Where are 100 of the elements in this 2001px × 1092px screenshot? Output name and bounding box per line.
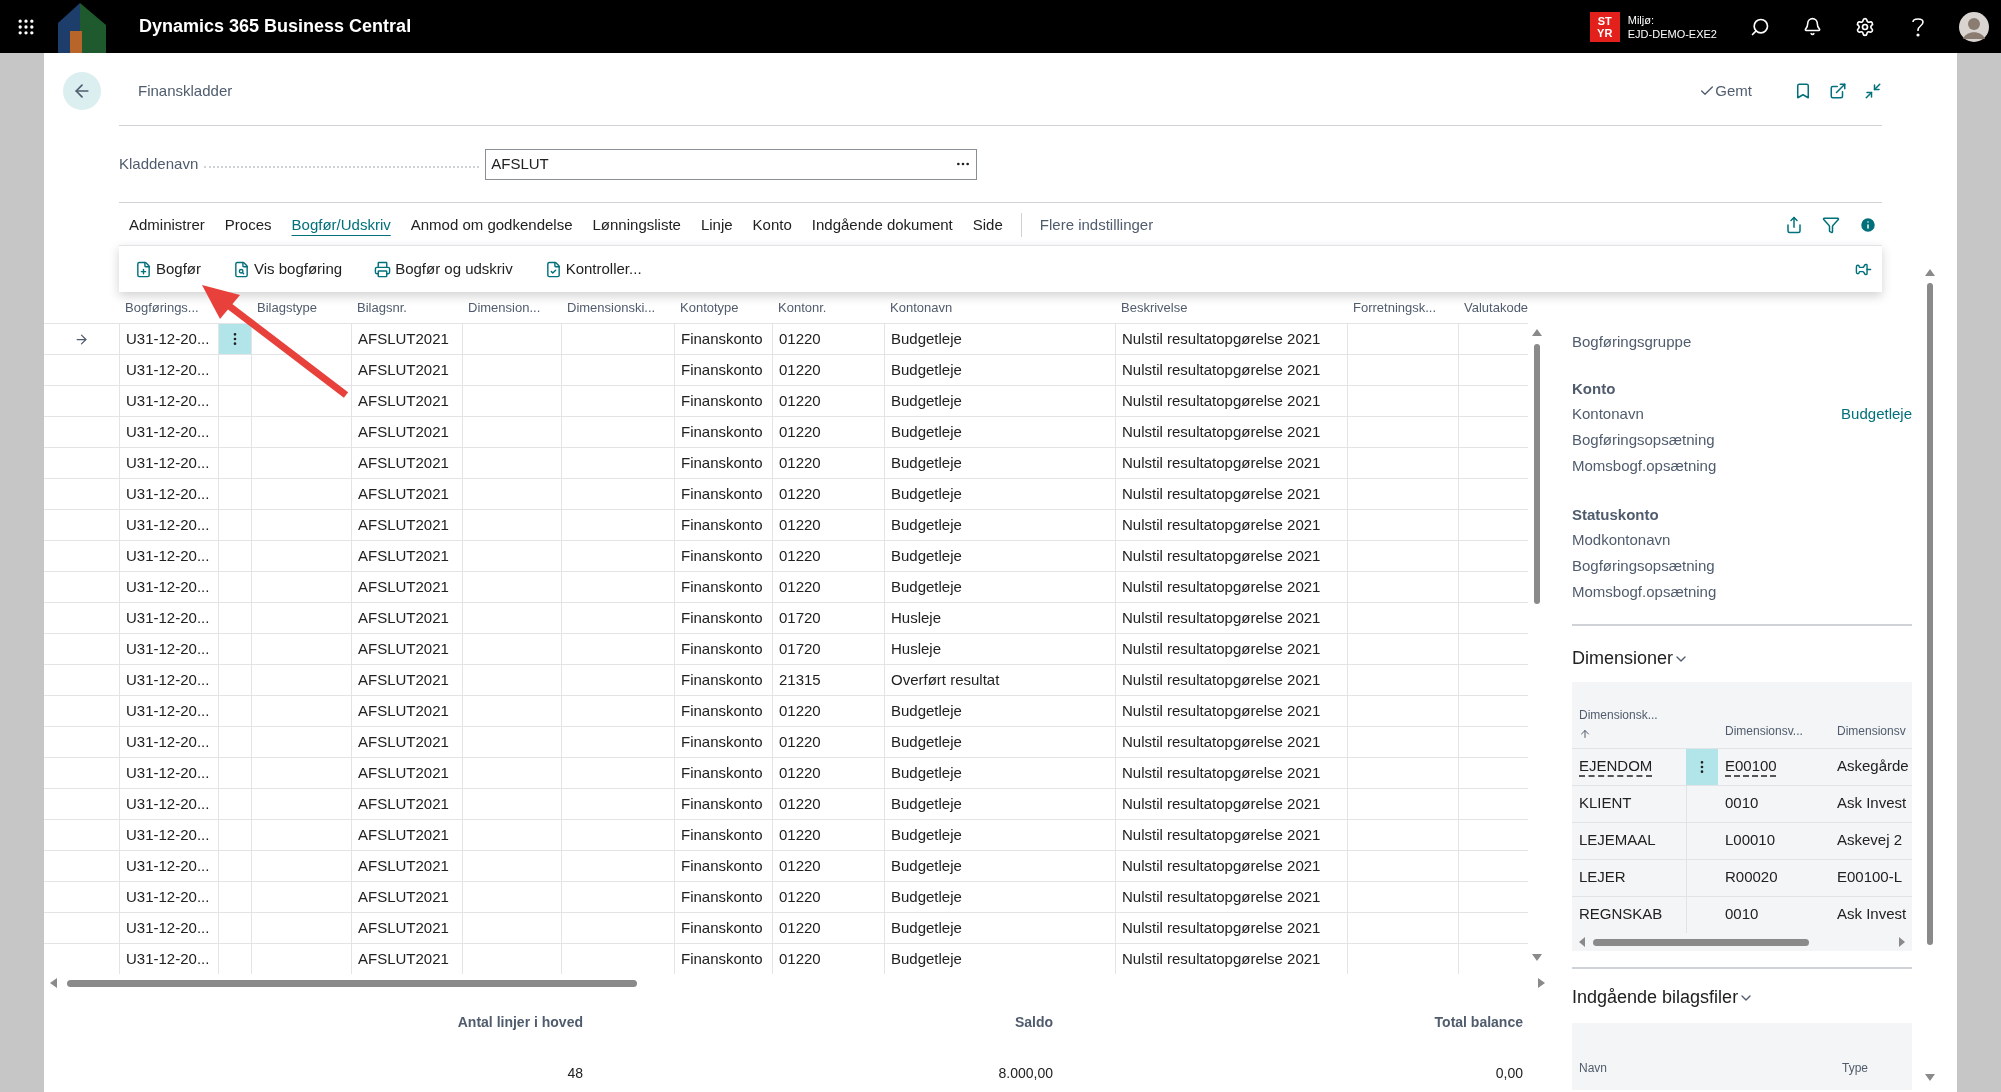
table-cell: Finanskonto (674, 850, 772, 881)
action-tab[interactable]: Proces (214, 211, 282, 239)
table-cell: 01220 (772, 943, 884, 974)
table-cell: 01720 (772, 602, 884, 633)
notification-bell-icon[interactable] (1803, 17, 1822, 36)
table-cell (218, 509, 251, 540)
vertical-scrollbar[interactable] (1924, 269, 1936, 1081)
table-cell: U31-12-20... (119, 664, 218, 695)
column-header[interactable]: Navn (1579, 1058, 1607, 1077)
table-cell (218, 447, 251, 478)
action-button[interactable]: Vis bogføring (227, 253, 349, 285)
column-header[interactable]: Kontonavn (890, 298, 953, 318)
table-cell: U31-12-20... (119, 354, 218, 385)
action-tab[interactable]: Linje (690, 211, 743, 239)
table-cell: AFSLUT2021 (351, 943, 462, 974)
table-cell: Nulstil resultatopgørelse 2021 (1115, 943, 1347, 974)
field-value-link[interactable]: Budgetleje (1841, 403, 1912, 426)
table-cell-text: LEJER (1578, 867, 1627, 888)
table-cell: Budgetleje (884, 943, 1115, 974)
field-label: Bogføringsgruppe (1572, 332, 1693, 352)
horizontal-scrollbar[interactable] (50, 976, 1545, 990)
table-cell: Finanskonto (674, 540, 772, 571)
column-header[interactable]: Dimension... (468, 298, 541, 318)
action-tab[interactable]: Administrer (119, 211, 215, 239)
more-options-button[interactable]: Flere indstillinger (1029, 211, 1164, 239)
table-cell: AFSLUT2021 (351, 540, 462, 571)
column-header[interactable]: Forretningsk... (1353, 298, 1437, 318)
action-tab[interactable]: Side (962, 211, 1013, 239)
table-cell (218, 695, 251, 726)
action-tab[interactable]: Bogfør/Udskriv (281, 211, 401, 239)
table-cell: Finanskonto (674, 323, 772, 354)
open-new-window-icon[interactable] (1829, 82, 1847, 100)
table-cell-text: R00020 (1724, 867, 1779, 888)
column-header[interactable]: Dimensionsv (1830, 721, 1912, 740)
column-header[interactable]: Bilagsnr. (357, 298, 407, 318)
table-cell (1458, 943, 1528, 974)
filter-icon[interactable] (1822, 216, 1840, 234)
user-avatar[interactable] (1959, 11, 1989, 42)
column-header[interactable]: Kontonr. (778, 298, 827, 318)
total-label: Total balance (1433, 1013, 1523, 1032)
table-cell: 01220 (772, 571, 884, 602)
table-cell: Budgetleje (884, 478, 1115, 509)
action-tab[interactable]: Anmod om godkendelse (400, 211, 583, 239)
table-cell: U31-12-20... (119, 385, 218, 416)
table-cell: Finanskonto (674, 416, 772, 447)
section-header[interactable]: Dimensioner (1572, 645, 1912, 672)
table-cell (218, 850, 251, 881)
table-cell: Budgetleje (884, 726, 1115, 757)
table-cell-text: Askegårde (1836, 756, 1910, 777)
column-header[interactable]: Dimensionski... (567, 298, 656, 318)
action-button[interactable]: Bogfør og udskriv (368, 253, 519, 285)
column-header[interactable]: Valutakode (1464, 298, 1529, 318)
table-cell (218, 385, 251, 416)
document-check-icon (544, 260, 562, 278)
table-cell: AFSLUT2021 (351, 571, 462, 602)
share-icon[interactable] (1785, 216, 1803, 234)
search-icon[interactable] (1750, 16, 1770, 37)
batch-name-field[interactable]: AFSLUT (485, 148, 978, 180)
table-cell: AFSLUT2021 (351, 602, 462, 633)
table-cell: AFSLUT2021 (351, 726, 462, 757)
back-button[interactable] (63, 72, 101, 110)
section-header[interactable]: Indgående bilagsfiler (1572, 984, 1912, 1011)
table-cell: Nulstil resultatopgørelse 2021 (1115, 695, 1347, 726)
table-cell (218, 478, 251, 509)
table-cell: Finanskonto (674, 385, 772, 416)
total-value: 8.000,00 (997, 1064, 1053, 1083)
table-cell: Finanskonto (674, 478, 772, 509)
bookmark-icon[interactable] (1794, 82, 1812, 100)
vertical-scrollbar[interactable] (1530, 329, 1543, 961)
column-header[interactable]: Bogførings... (125, 298, 199, 318)
settings-icon[interactable] (1855, 16, 1875, 37)
table-cell-text: 0010 (1724, 904, 1760, 925)
table-cell: AFSLUT2021 (351, 416, 462, 447)
table-cell: U31-12-20... (119, 571, 218, 602)
column-header[interactable]: Bilagstype (257, 298, 317, 318)
column-header[interactable]: Dimensionsk... (1579, 705, 1711, 724)
action-tab[interactable]: Konto (742, 211, 802, 239)
section-title: Statuskonto (1572, 504, 1660, 525)
table-cell: Budgetleje (884, 540, 1115, 571)
info-icon[interactable] (1859, 216, 1877, 234)
table-cell: AFSLUT2021 (351, 757, 462, 788)
column-header[interactable]: Kontotype (680, 298, 739, 318)
action-button[interactable]: Kontroller... (538, 253, 648, 285)
table-cell (1458, 540, 1528, 571)
table-cell-text: 0010 (1724, 793, 1760, 814)
action-tab[interactable]: Lønningsliste (582, 211, 691, 239)
total-label: Antal linjer i hoved (456, 1013, 583, 1032)
column-header[interactable]: Type (1842, 1058, 1868, 1077)
table-cell (1458, 385, 1528, 416)
table-cell: U31-12-20... (119, 819, 218, 850)
table-cell: Nulstil resultatopgørelse 2021 (1115, 323, 1347, 354)
action-button[interactable]: Bogfør (129, 253, 207, 285)
collapse-icon[interactable] (1864, 82, 1882, 100)
column-header[interactable]: Dimensionsv... (1718, 721, 1830, 740)
action-tab[interactable]: Indgående dokument (801, 211, 963, 239)
table-cell: 01220 (772, 819, 884, 850)
table-cell: 01220 (772, 912, 884, 943)
column-header[interactable]: Beskrivelse (1121, 298, 1188, 318)
table-cell-text: REGNSKAB (1578, 904, 1664, 925)
help-icon[interactable] (1911, 16, 1925, 37)
